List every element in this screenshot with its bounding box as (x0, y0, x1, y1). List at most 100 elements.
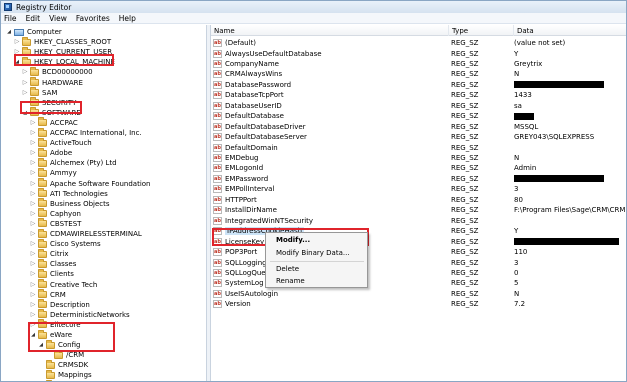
value-type: REG_SZ (451, 101, 479, 110)
tree-node[interactable]: Citrix (30, 248, 69, 259)
value-row[interactable]: DatabaseUserID REG_SZ sa (211, 101, 626, 111)
collapsed-arrow-icon[interactable] (30, 241, 36, 247)
tree-node[interactable]: SAM (22, 87, 57, 98)
collapsed-arrow-icon[interactable] (30, 201, 36, 207)
collapsed-arrow-icon[interactable] (30, 191, 36, 197)
value-row[interactable]: DefaultDomain REG_SZ (211, 143, 626, 153)
tree-node[interactable]: Description (30, 299, 90, 310)
value-row[interactable]: (Default) REG_SZ (value not set) (211, 38, 626, 48)
value-row[interactable]: EMPassword REG_SZ (211, 174, 626, 184)
tree-node[interactable]: Apache Software Foundation (30, 178, 151, 189)
value-row[interactable]: AlwaysUseDefaultDatabase REG_SZ Y (211, 48, 626, 58)
value-row[interactable]: DatabasePassword REG_SZ (211, 80, 626, 90)
collapsed-arrow-icon[interactable] (22, 69, 28, 75)
column-header-name[interactable]: Name (211, 25, 449, 36)
tree-node[interactable]: ACCPAC International, Inc. (30, 127, 142, 138)
values-list[interactable]: Name Type Data (Default) REG_SZ (value not… (211, 25, 626, 381)
value-name-cell: SystemLog (213, 279, 264, 288)
tree-node[interactable]: Creative Tech (30, 279, 97, 290)
string-value-icon (213, 143, 222, 152)
menu-favorites[interactable]: Favorites (75, 14, 111, 23)
value-row[interactable]: DefaultDatabaseServer REG_SZ GREY043\SQLEX… (211, 132, 626, 142)
tree-node[interactable]: SelfService (38, 380, 97, 381)
collapsed-arrow-icon[interactable] (30, 181, 36, 187)
tree-node[interactable]: DeterministicNetworks (30, 309, 130, 320)
tree-node[interactable]: BCD00000000 (22, 66, 93, 77)
tree-node[interactable]: Adobe (30, 147, 72, 158)
tree-node[interactable]: HARDWARE (22, 77, 83, 88)
collapsed-arrow-icon[interactable] (14, 39, 20, 45)
collapsed-arrow-icon[interactable] (22, 80, 28, 86)
collapsed-arrow-icon[interactable] (30, 271, 36, 277)
collapsed-arrow-icon[interactable] (30, 211, 36, 217)
value-row[interactable]: EMDebug REG_SZ N (211, 153, 626, 163)
tree-node[interactable]: Mappings (38, 369, 92, 380)
tree-node[interactable]: Classes (30, 258, 76, 269)
value-type: REG_SZ (451, 112, 479, 121)
collapsed-arrow-icon[interactable] (30, 120, 36, 126)
collapsed-arrow-icon[interactable] (30, 130, 36, 136)
collapsed-arrow-icon[interactable] (30, 221, 36, 227)
value-name-cell: SQLLogQuery (213, 268, 273, 277)
value-row[interactable]: DefaultDatabase REG_SZ (211, 111, 626, 121)
collapsed-arrow-icon[interactable] (30, 261, 36, 267)
value-row[interactable]: CRMAlwaysWins REG_SZ N (211, 69, 626, 79)
collapsed-arrow-icon[interactable] (30, 150, 36, 156)
menu-help[interactable]: Help (118, 14, 137, 23)
collapsed-arrow-icon[interactable] (30, 312, 36, 318)
collapsed-arrow-icon[interactable] (22, 90, 28, 96)
tree-node[interactable]: CDMAWIRELESSTERMINAL (30, 228, 142, 239)
collapsed-arrow-icon[interactable] (30, 292, 36, 298)
tree-node[interactable]: HKEY_CLASSES_ROOT (14, 36, 111, 47)
value-row[interactable]: IntegratedWinNTSecurity REG_SZ (211, 216, 626, 226)
value-row[interactable]: EMPollInterval REG_SZ 3 (211, 184, 626, 194)
column-header-type[interactable]: Type (449, 25, 514, 36)
column-header-data[interactable]: Data (514, 25, 626, 36)
menu-file[interactable]: File (3, 14, 18, 23)
value-row[interactable]: EMLogonId REG_SZ Admin (211, 163, 626, 173)
menu-view[interactable]: View (48, 14, 68, 23)
value-row[interactable]: HTTPPort REG_SZ 80 (211, 195, 626, 205)
string-value-icon (213, 101, 222, 110)
tree-node[interactable]: Clients (30, 268, 74, 279)
tree-node[interactable]: CRMSDK (38, 359, 88, 370)
value-row[interactable]: DefaultDatabaseDriver REG_SZ MSSQL (211, 122, 626, 132)
value-row[interactable]: DatabaseTcpPort REG_SZ 1433 (211, 90, 626, 100)
value-row[interactable]: UseISAutologin REG_SZ N (211, 289, 626, 299)
collapsed-arrow-icon[interactable] (30, 160, 36, 166)
collapsed-arrow-icon[interactable] (30, 231, 36, 237)
folder-icon (30, 87, 39, 97)
tree-node[interactable]: ACCPAC (30, 117, 78, 128)
value-name: DatabasePassword (225, 80, 292, 89)
collapsed-arrow-icon[interactable] (30, 282, 36, 288)
tree-node[interactable]: Cisco Systems (30, 238, 101, 249)
collapsed-arrow-icon[interactable] (30, 140, 36, 146)
value-row[interactable]: CompanyName REG_SZ Greytrix (211, 59, 626, 69)
tree-node[interactable]: Ammyy (30, 167, 77, 178)
context-modify[interactable]: Modify... (276, 236, 310, 244)
value-row[interactable]: InstallDirName REG_SZ F:\Program Files\Sag… (211, 205, 626, 215)
context-delete[interactable]: Delete (276, 265, 299, 273)
collapsed-arrow-icon[interactable] (30, 170, 36, 176)
collapsed-arrow-icon[interactable] (30, 302, 36, 308)
expanded-arrow-icon[interactable] (6, 29, 12, 35)
tree-node-label: Clients (50, 270, 74, 279)
tree-node[interactable]: Caphyon (30, 208, 81, 219)
collapsed-arrow-icon[interactable] (30, 251, 36, 257)
tree-node[interactable]: CRM (30, 289, 66, 300)
highlight-eware-config-crm (28, 322, 115, 352)
value-name-cell: InstallDirName (213, 206, 277, 215)
context-rename[interactable]: Rename (276, 277, 305, 285)
value-type: REG_SZ (451, 174, 479, 183)
menu-edit[interactable]: Edit (25, 14, 42, 23)
tree-node[interactable]: ATI Technologies (30, 188, 108, 199)
tree-node[interactable]: ActiveTouch (30, 137, 92, 148)
tree-node[interactable]: Alchemex (Pty) Ltd (30, 157, 117, 168)
tree-node[interactable]: Computer (6, 27, 62, 37)
tree-node[interactable]: Business Objects (30, 198, 110, 209)
context-modify-binary[interactable]: Modify Binary Data... (276, 249, 350, 257)
value-row[interactable]: Version REG_SZ 7.2 (211, 299, 626, 309)
value-type: REG_SZ (451, 59, 479, 68)
tree-node[interactable]: CBSTEST (30, 218, 81, 229)
